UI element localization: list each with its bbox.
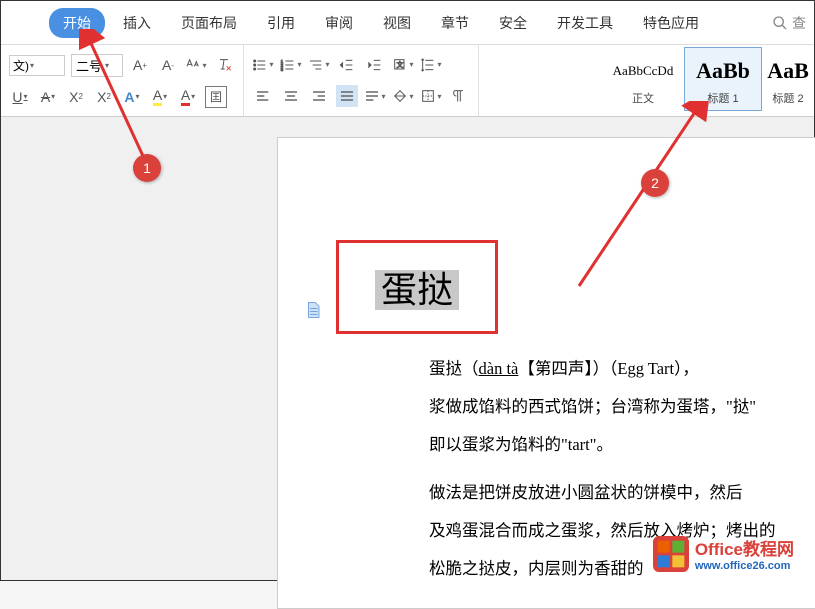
- align-justify-icon[interactable]: [336, 85, 358, 107]
- char-border-icon[interactable]: 囯: [205, 86, 227, 108]
- page-area: 蛋挞 蛋挞（dàn tà【第四声】）（Egg Tart）， 浆做成馅料的西式馅饼…: [257, 117, 814, 580]
- tab-devtools[interactable]: 开发工具: [545, 7, 625, 39]
- bullets-icon[interactable]: ▾: [252, 54, 274, 76]
- style-heading1-label: 标题 1: [707, 90, 738, 106]
- align-center-icon[interactable]: [280, 85, 302, 107]
- navigation-pane: [1, 117, 257, 580]
- style-heading1[interactable]: AaBb 标题 1: [684, 47, 762, 111]
- decrease-indent-icon[interactable]: [336, 54, 358, 76]
- title-highlight-box: 蛋挞: [336, 240, 498, 334]
- paragraph-group: ▾ 123▾ ▾ 文▾ ▾ ▾ ▾ ▾: [244, 45, 479, 116]
- style-normal-label: 正文: [632, 90, 654, 106]
- underline-icon[interactable]: U▾: [9, 86, 31, 108]
- document-title[interactable]: 蛋挞: [375, 270, 459, 310]
- tab-pagelayout[interactable]: 页面布局: [169, 7, 249, 39]
- search-icon: [772, 15, 788, 31]
- svg-text:3: 3: [281, 67, 284, 72]
- search-area[interactable]: 查: [772, 13, 814, 33]
- decrease-font-icon[interactable]: A-: [157, 54, 179, 76]
- tab-security[interactable]: 安全: [487, 7, 539, 39]
- highlight-icon[interactable]: A▾: [149, 86, 171, 108]
- align-right-icon[interactable]: [308, 85, 330, 107]
- svg-text:文: 文: [397, 60, 404, 69]
- tab-home[interactable]: 开始: [49, 8, 105, 38]
- clear-format-icon[interactable]: [213, 54, 235, 76]
- shading-icon[interactable]: ▾: [392, 85, 414, 107]
- align-left-icon[interactable]: [252, 85, 274, 107]
- style-normal[interactable]: AaBbCcDd 正文: [604, 47, 682, 111]
- show-marks-icon[interactable]: [448, 85, 470, 107]
- watermark-logo-icon: [653, 536, 689, 572]
- line-spacing-icon[interactable]: ▾: [420, 54, 442, 76]
- strikethrough-icon[interactable]: A▾: [37, 86, 59, 108]
- style-heading2-preview: AaB: [767, 52, 809, 90]
- annotation-badge-2: 2: [641, 169, 669, 197]
- page-marker-icon: [304, 300, 322, 320]
- tab-references[interactable]: 引用: [255, 7, 307, 39]
- tab-view[interactable]: 视图: [371, 7, 423, 39]
- font-color-icon[interactable]: A▾: [177, 86, 199, 108]
- align-distributed-icon[interactable]: ▾: [364, 85, 386, 107]
- tab-review[interactable]: 审阅: [313, 7, 365, 39]
- ribbon-toolbar: 文)▾ 二号▾ A+ A- ▾ U▾ A▾ X2 X2 A▾ A▾ A▾ 囯 ▾…: [1, 45, 814, 117]
- context-select[interactable]: 文)▾: [9, 55, 65, 76]
- multilevel-icon[interactable]: ▾: [308, 54, 330, 76]
- style-heading2[interactable]: AaB 标题 2: [764, 47, 812, 111]
- watermark-url: www.office26.com: [695, 560, 794, 572]
- borders-icon[interactable]: ▾: [420, 85, 442, 107]
- annotation-badge-1: 1: [133, 154, 161, 182]
- styles-group: AaBbCcDd 正文 AaBb 标题 1 AaB 标题 2: [602, 45, 814, 116]
- font-size-select[interactable]: 二号▾: [71, 54, 123, 77]
- ribbon-tabs: 开始 插入 页面布局 引用 审阅 视图 章节 安全 开发工具 特色应用 查: [1, 1, 814, 45]
- style-heading2-label: 标题 2: [772, 90, 803, 106]
- tab-chapter[interactable]: 章节: [429, 7, 481, 39]
- tab-featured[interactable]: 特色应用: [631, 7, 711, 39]
- increase-font-icon[interactable]: A+: [129, 54, 151, 76]
- text-effect-icon[interactable]: A▾: [121, 86, 143, 108]
- style-normal-preview: AaBbCcDd: [613, 52, 674, 90]
- subscript-icon[interactable]: X2: [93, 86, 115, 108]
- superscript-icon[interactable]: X2: [65, 86, 87, 108]
- search-text: 查: [792, 13, 806, 33]
- font-group: 文)▾ 二号▾ A+ A- ▾ U▾ A▾ X2 X2 A▾ A▾ A▾ 囯: [1, 45, 244, 116]
- numbering-icon[interactable]: 123▾: [280, 54, 302, 76]
- style-heading1-preview: AaBb: [696, 52, 750, 90]
- change-case-icon[interactable]: ▾: [185, 54, 207, 76]
- tab-insert[interactable]: 插入: [111, 7, 163, 39]
- text-direction-icon[interactable]: 文▾: [392, 54, 414, 76]
- watermark-title: Office教程网: [695, 535, 794, 560]
- increase-indent-icon[interactable]: [364, 54, 386, 76]
- watermark: Office教程网 www.office26.com: [653, 535, 794, 572]
- workspace: 蛋挞 蛋挞（dàn tà【第四声】）（Egg Tart）， 浆做成馅料的西式馅饼…: [1, 117, 814, 580]
